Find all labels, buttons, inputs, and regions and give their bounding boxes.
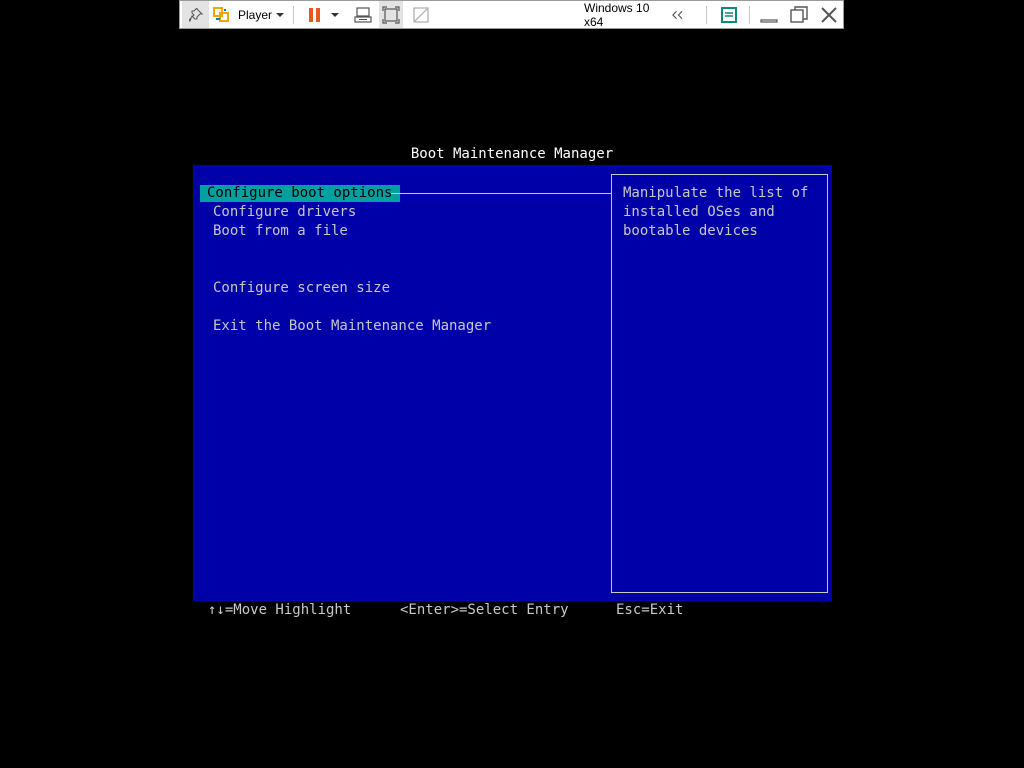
unity-icon bbox=[413, 6, 429, 23]
restore-button[interactable] bbox=[786, 1, 812, 28]
player-menu-button[interactable]: Player bbox=[238, 1, 288, 28]
pin-button[interactable] bbox=[182, 1, 209, 28]
unity-button[interactable] bbox=[409, 1, 433, 28]
help-text-line: installed OSes and bbox=[623, 204, 775, 220]
footer-move-hint: ↑↓=Move Highlight bbox=[208, 602, 352, 618]
chevron-down-icon bbox=[331, 12, 339, 17]
send-ctrl-alt-del-icon bbox=[354, 6, 372, 23]
menu-item-configure-screen-size[interactable]: Configure screen size bbox=[207, 280, 396, 297]
chevron-down-icon bbox=[276, 12, 285, 17]
menu-item-exit[interactable]: Exit the Boot Maintenance Manager bbox=[207, 318, 497, 335]
restore-icon bbox=[790, 5, 808, 23]
power-dropdown-button[interactable] bbox=[328, 1, 342, 28]
footer-exit-hint: Esc=Exit bbox=[616, 602, 684, 618]
menu-item-configure-boot-options[interactable]: Configure boot options bbox=[200, 185, 401, 202]
menu-item-boot-from-file[interactable]: Boot from a file bbox=[207, 223, 354, 240]
footer-select-hint: <Enter>=Select Entry bbox=[400, 602, 569, 618]
vmware-toolbar: Player Windows 10 x64 bbox=[179, 0, 844, 29]
send-ctrl-alt-del-button[interactable] bbox=[351, 1, 375, 28]
help-text-line: bootable devices bbox=[623, 223, 758, 239]
menu-item-configure-drivers[interactable]: Configure drivers bbox=[207, 204, 362, 221]
pin-icon bbox=[188, 7, 203, 21]
pause-button[interactable] bbox=[302, 1, 328, 28]
page-title: Boot Maintenance Manager bbox=[410, 146, 614, 162]
player-logo[interactable] bbox=[210, 1, 234, 28]
message-log-button[interactable] bbox=[716, 1, 742, 28]
back-arrows-icon bbox=[672, 10, 683, 19]
fit-window-button[interactable] bbox=[379, 1, 403, 28]
player-menu-label: Player bbox=[238, 7, 273, 22]
close-button[interactable] bbox=[816, 1, 842, 28]
player-logo-icon bbox=[213, 6, 229, 22]
pause-icon bbox=[309, 7, 320, 22]
vm-name-area[interactable]: Windows 10 x64 bbox=[584, 0, 684, 29]
message-log-icon bbox=[721, 6, 737, 23]
vm-name: Windows 10 x64 bbox=[584, 0, 650, 29]
fit-window-icon bbox=[382, 5, 400, 24]
minimize-icon bbox=[760, 18, 778, 23]
close-icon bbox=[821, 6, 837, 23]
bios-panel: Configure boot options Configure drivers… bbox=[193, 165, 832, 601]
help-panel: Manipulate the list of installed OSes an… bbox=[611, 174, 828, 593]
help-text-line: Manipulate the list of bbox=[623, 185, 809, 201]
selection-connector-line bbox=[391, 193, 611, 194]
minimize-button[interactable] bbox=[756, 1, 782, 28]
